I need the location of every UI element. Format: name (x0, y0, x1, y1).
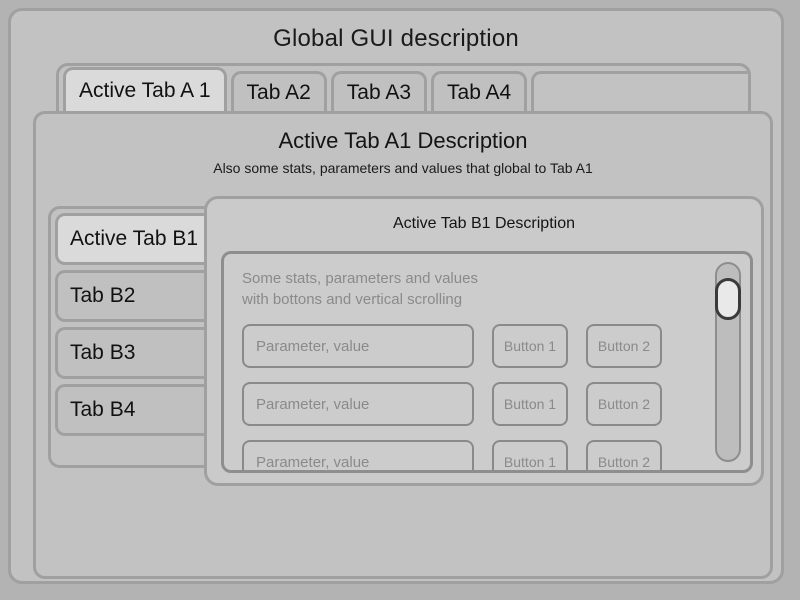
row-button-2[interactable]: Button 2 (586, 382, 662, 426)
panel-a1-subtitle: Also some stats, parameters and values t… (213, 160, 593, 176)
panel-a1-title: Active Tab A1 Description (278, 128, 528, 153)
parameter-field[interactable]: Parameter, value (242, 382, 474, 426)
row-button-1[interactable]: Button 1 (492, 440, 568, 470)
vertical-scrollbar[interactable] (715, 262, 741, 462)
scroll-intro-line-1: Some stats, parameters and values (242, 270, 478, 287)
row-button-1[interactable]: Button 1 (492, 324, 568, 368)
panel-tab-b1: Active Tab B1 Description Some stats, pa… (204, 196, 764, 486)
tab-a-3[interactable]: Tab A3 (330, 71, 428, 111)
row-button-2[interactable]: Button 2 (586, 324, 662, 368)
app-window: Global GUI description Active Tab A 1 Ta… (8, 8, 784, 584)
scroll-intro-line-2: with bottons and vertical scrolling (242, 291, 463, 308)
tab-a-2[interactable]: Tab A2 (230, 71, 327, 111)
row-button-1[interactable]: Button 1 (492, 382, 568, 426)
tab-strip-a: Active Tab A 1 Tab A2 Tab A3 Tab A4 (56, 63, 751, 111)
scroll-intro-text: Some stats, parameters and values with b… (242, 268, 716, 310)
panel-b1-title: Active Tab B1 Description (392, 215, 575, 232)
scrollable-content-area[interactable]: Some stats, parameters and values with b… (221, 251, 753, 473)
parameter-field[interactable]: Parameter, value (242, 324, 474, 368)
row-button-2[interactable]: Button 2 (586, 440, 662, 470)
parameter-row: Parameter, value Button 1 Button 2 (242, 382, 716, 426)
screenshot-stage: Global GUI description Active Tab A 1 Ta… (0, 0, 800, 600)
tab-strip-a-filler (531, 71, 748, 111)
page-title: Global GUI description (273, 25, 519, 52)
parameter-row: Parameter, value Button 1 Button 2 (242, 324, 716, 368)
scrollbar-thumb[interactable] (715, 278, 741, 320)
panel-tab-a1: Active Tab A1 Description Also some stat… (33, 111, 773, 579)
parameter-row: Parameter, value Button 1 Button 2 (242, 440, 716, 470)
tab-a-4[interactable]: Tab A4 (431, 71, 528, 111)
scroll-content: Some stats, parameters and values with b… (224, 254, 716, 470)
parameter-field[interactable]: Parameter, value (242, 440, 474, 470)
tab-a-1[interactable]: Active Tab A 1 (63, 67, 227, 111)
